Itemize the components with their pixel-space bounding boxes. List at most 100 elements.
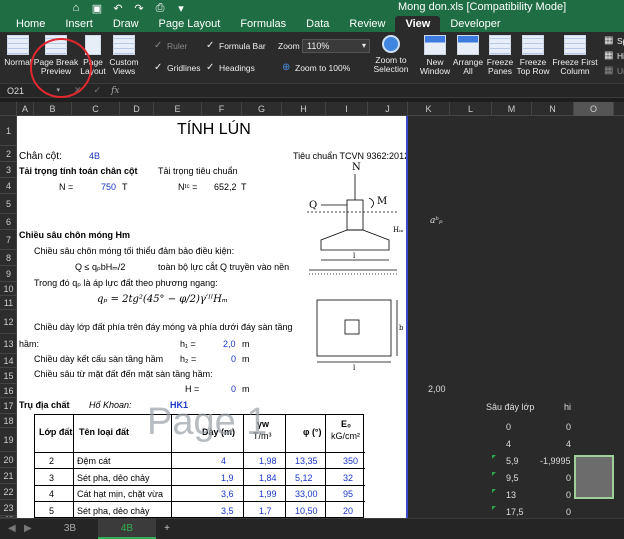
gridlines-checkbox[interactable]: ✓ Gridlines [154,62,201,73]
row-header-14[interactable]: 14 [0,354,17,368]
tab-review[interactable]: Review [339,16,395,32]
sau-day-value[interactable]: 13 [506,490,516,500]
sheet-tab-3b[interactable]: 3B [50,519,90,539]
modulus-cell[interactable]: 32 [343,473,353,483]
sau-day-value[interactable]: 17,5 [506,507,524,517]
chan-cot-value[interactable]: 4B [89,151,100,161]
row-header-20[interactable]: 20 [0,452,17,468]
col-header-l[interactable]: L [450,102,492,116]
h2-value[interactable]: 0 [231,354,236,364]
select-all-corner[interactable] [0,102,17,116]
hi-value[interactable]: 0 [566,422,571,432]
col-header-c[interactable]: C [72,102,120,116]
friction-angle-cell[interactable]: 5,12 [295,473,313,483]
redo-icon[interactable]: ↷ [133,2,145,15]
tab-insert[interactable]: Insert [55,16,103,32]
row-header-13[interactable]: 13 [0,334,17,354]
row-header-18[interactable]: 18 [0,414,17,428]
layer-number-cell[interactable]: 4 [49,489,54,499]
sau-day-value[interactable]: 0 [506,422,511,432]
modulus-cell[interactable]: 20 [343,506,353,516]
freeze-first-column-button[interactable]: Freeze First Column [552,35,598,76]
k17-value[interactable]: 2,00 [428,384,446,394]
thickness-cell[interactable]: 1,9 [221,473,234,483]
tab-draw[interactable]: Draw [103,16,149,32]
new-window-button[interactable]: New Window [420,35,450,76]
col-header-e[interactable]: E [154,102,202,116]
row-header-4[interactable]: 4 [0,178,17,194]
layer-number-cell[interactable]: 2 [49,456,54,466]
row-header-17[interactable]: 17 [0,398,17,414]
arrange-all-button[interactable]: Arrange All [452,35,484,76]
thickness-cell[interactable]: 4 [221,456,226,466]
page-break-preview-button[interactable]: Page Break Preview [34,35,78,76]
friction-angle-cell[interactable]: 10,50 [295,506,318,516]
function-icon[interactable]: fx [111,86,119,96]
ruler-checkbox[interactable]: ✓ Ruler [154,40,187,51]
tab-page-layout[interactable]: Page Layout [149,16,231,32]
layer-name-cell[interactable]: Cát hạt mịn, chặt vừa [77,489,163,499]
row-header-3[interactable]: 3 [0,162,17,178]
row-header-22[interactable]: 22 [0,484,17,500]
sheet-tab-4b[interactable]: 4B [98,519,156,539]
freeze-top-row-button[interactable]: Freeze Top Row [516,35,550,76]
thickness-cell[interactable]: 3,5 [221,506,234,516]
hi-value[interactable]: -1,9995 [540,456,571,466]
save-icon[interactable]: ▣ [91,2,103,15]
sau-day-value[interactable]: 5,9 [506,456,519,466]
row-header-15[interactable]: 15 [0,368,17,384]
unit-weight-cell[interactable]: 1,99 [259,489,277,499]
unhide-button[interactable]: ▦Un [604,65,624,76]
row-header-16[interactable]: 16 [0,384,17,398]
tab-view[interactable]: View [395,16,441,32]
col-header-k[interactable]: K [408,102,450,116]
thickness-cell[interactable]: 3,6 [221,489,234,499]
zoom-to-selection-button[interactable]: Zoom to Selection [372,35,410,74]
unit-weight-cell[interactable]: 1,84 [259,473,277,483]
hi-value[interactable]: 4 [566,439,571,449]
enter-icon[interactable]: ✓ [94,85,102,96]
col-header-j[interactable]: J [368,102,408,116]
row-header-10[interactable]: 10 [0,282,17,296]
zoom-select[interactable]: 110% ▾ [302,39,370,53]
row-header-8[interactable]: 8 [0,250,17,266]
col-header-b[interactable]: B [34,102,72,116]
modulus-cell[interactable]: 95 [343,489,353,499]
sau-day-value[interactable]: 4 [506,439,511,449]
layer-name-cell[interactable]: Sét pha, dẻo chảy [77,506,150,516]
H-value[interactable]: 0 [231,384,236,394]
layer-name-cell[interactable]: Đệm cát [77,456,111,466]
unit-weight-cell[interactable]: 1,7 [259,506,272,516]
col-header-m[interactable]: M [492,102,532,116]
row-header-21[interactable]: 21 [0,468,17,484]
row-header-11[interactable]: 11 [0,296,17,310]
next-sheet-icon[interactable]: ▶ [24,523,32,534]
normal-view-button[interactable]: Normal [3,35,33,67]
undo-icon[interactable]: ↶ [112,2,124,15]
row-header-7[interactable]: 7 [0,230,17,250]
row-header-23[interactable]: 23 [0,500,17,516]
friction-angle-cell[interactable]: 13,35 [295,456,318,466]
layer-name-cell[interactable]: Sét pha, dẻo chảy [77,473,150,483]
page-layout-view-button[interactable]: Page Layout [80,35,106,76]
row-header-12[interactable]: 12 [0,310,17,334]
tab-home[interactable]: Home [6,16,55,32]
name-box[interactable]: O21 ▾ [0,86,64,96]
friction-angle-cell[interactable]: 33,00 [295,489,318,499]
zoom-100-button[interactable]: ⊕ Zoom to 100% [282,62,350,73]
col-header-d[interactable]: D [120,102,154,116]
modulus-cell[interactable]: 350 [343,456,358,466]
layer-number-cell[interactable]: 3 [49,473,54,483]
col-header-h[interactable]: H [282,102,326,116]
custom-views-button[interactable]: Custom Views [108,35,140,76]
row-header-5[interactable]: 5 [0,194,17,214]
col-header-g[interactable]: G [242,102,282,116]
headings-checkbox[interactable]: ✓ Headings [206,62,255,73]
add-sheet-button[interactable]: + [158,519,176,539]
tab-formulas[interactable]: Formulas [230,16,296,32]
prev-sheet-icon[interactable]: ◀ [8,523,16,534]
unit-weight-cell[interactable]: 1,98 [259,456,277,466]
selected-cell-o21[interactable] [574,455,614,499]
row-header-2[interactable]: 2 [0,146,17,162]
row-header-6[interactable]: 6 [0,214,17,230]
